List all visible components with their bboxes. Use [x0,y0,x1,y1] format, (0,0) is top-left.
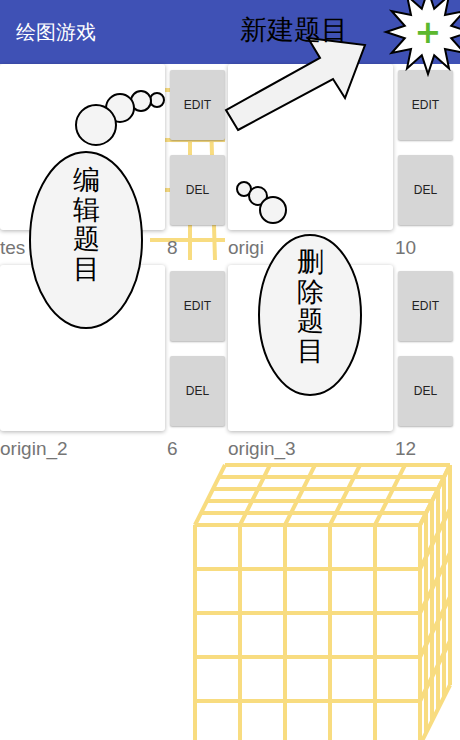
app-screen: 绘图游戏EDITDELtes8EDITDELorigi10EDITDELorig… [0,0,460,740]
delete-button[interactable]: DEL [398,356,453,426]
puzzle-count: 6 [167,431,227,466]
button-column: EDIT DEL [395,265,455,431]
new-puzzle-button[interactable]: + [413,12,443,52]
edit-annotation: 编辑题目 [73,166,100,285]
puzzle-count: 12 [395,431,455,466]
arrow-icon [226,38,365,130]
new-annotation: 新建题目 [240,12,348,48]
edit-button[interactable]: EDIT [398,70,453,140]
starburst-icon [386,0,460,74]
edit-button[interactable]: EDIT [398,271,453,341]
delete-bubble-icon [237,182,361,395]
edit-button[interactable]: EDIT [170,70,225,140]
button-column: EDIT DEL [167,64,227,230]
button-column: EDIT DEL [395,64,455,230]
delete-button[interactable]: DEL [398,155,453,225]
delete-button[interactable]: DEL [170,155,225,225]
edit-button[interactable]: EDIT [170,271,225,341]
delete-annotation: 删除题目 [297,248,324,367]
button-column: EDIT DEL [167,265,227,431]
puzzle-count: 10 [395,230,455,265]
delete-button[interactable]: DEL [170,356,225,426]
puzzle-name: origin_3 [228,431,395,466]
puzzle-name: origin_2 [0,431,167,466]
edit-bubble-icon [30,91,164,328]
annotation-layer [0,0,460,740]
puzzle-count: 8 [167,230,227,265]
app-title: 绘图游戏 [16,19,96,46]
